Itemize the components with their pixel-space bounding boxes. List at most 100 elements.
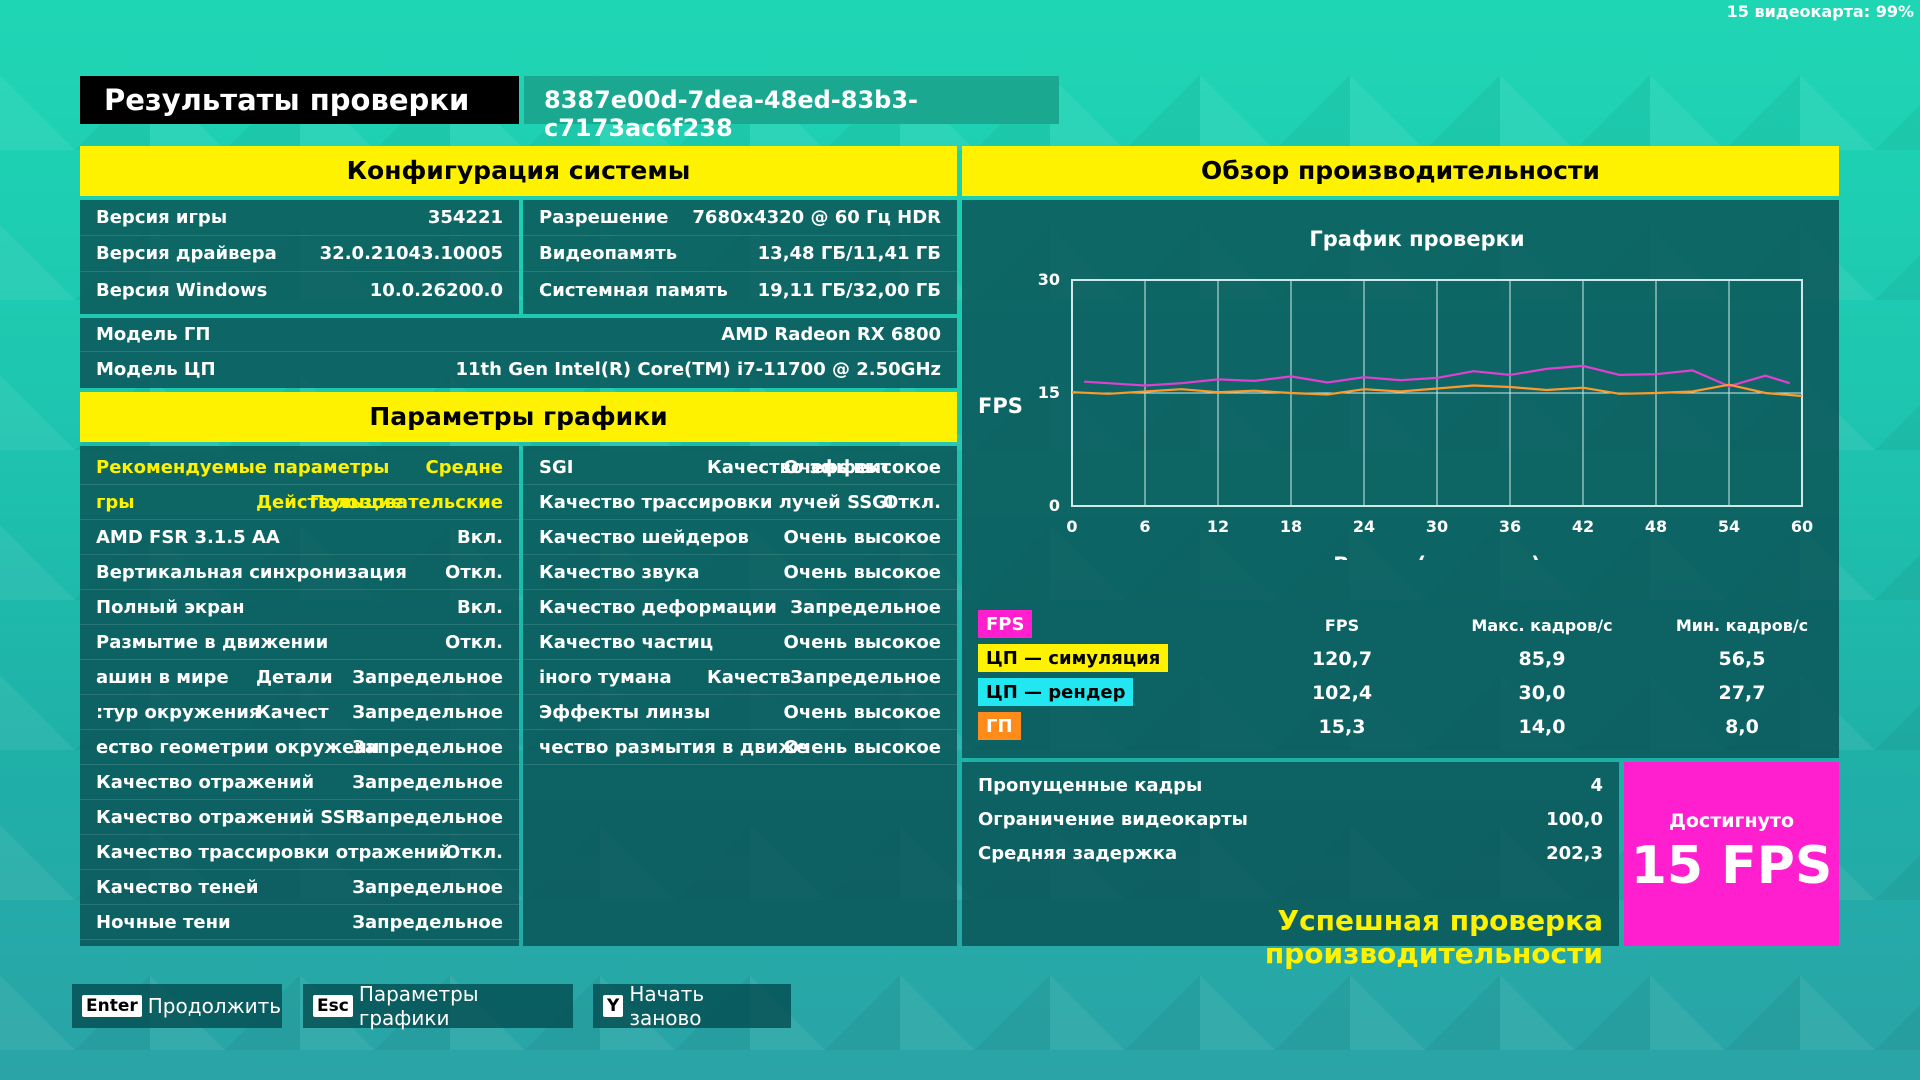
x-tick-label: 36 bbox=[1499, 517, 1521, 536]
graphics-setting-row[interactable]: SGI Качество эффект Очень высокое bbox=[523, 450, 957, 485]
graphics-left-panel: Рекомендуемые параметры Средне гры Действую… bbox=[80, 446, 519, 946]
setting-value: Откл. bbox=[445, 632, 503, 653]
setting-name: Качество частиц bbox=[539, 632, 714, 653]
graphics-setting-row[interactable]: іного тумана Качеств Запредельное bbox=[523, 660, 957, 695]
config-value: AMD Radeon RX 6800 bbox=[721, 324, 941, 345]
table-header: FPS bbox=[1324, 616, 1360, 635]
performance-header: Обзор производительности bbox=[962, 146, 1839, 196]
setting-value: Запредельное bbox=[352, 737, 503, 758]
footer-button-y[interactable]: Y Начать заново bbox=[593, 982, 791, 1030]
summary-value: 100,0 bbox=[1546, 808, 1603, 830]
setting-name: Рекомендуемые параметры bbox=[96, 457, 390, 478]
setting-value: Запредельное bbox=[352, 912, 503, 933]
x-tick-label: 6 bbox=[1139, 517, 1150, 536]
legend-tag: ЦП — рендер bbox=[978, 678, 1134, 706]
legend-tag: ГП bbox=[978, 712, 1021, 740]
setting-value: Откл. bbox=[445, 562, 503, 583]
graphics-setting-row[interactable]: Качество отражений SSR Запредельное bbox=[80, 800, 519, 835]
graphics-setting-row[interactable]: AMD FSR 3.1.5 AA Вкл. bbox=[80, 520, 519, 555]
graphics-setting-row[interactable]: Размытие в движении Откл. bbox=[80, 625, 519, 660]
setting-value: Очень высокое bbox=[783, 562, 941, 583]
setting-name: чество размытия в движе bbox=[539, 737, 809, 758]
graphics-setting-row[interactable]: Качество звука Очень высокое bbox=[523, 555, 957, 590]
achieved-label: Достигнуто bbox=[1668, 810, 1795, 832]
graphics-setting-row[interactable]: Рекомендуемые параметры Средне bbox=[80, 450, 519, 485]
x-tick-label: 18 bbox=[1280, 517, 1302, 536]
x-tick-label: 0 bbox=[1066, 517, 1077, 536]
graphics-setting-row[interactable]: Эффекты линзы Очень высокое bbox=[523, 695, 957, 730]
summary-label: Средняя задержка bbox=[978, 842, 1178, 864]
y-tick-label: 0 bbox=[1049, 496, 1060, 515]
run-id: 8387e00d-7dea-48ed-83b3-c7173ac6f238 bbox=[544, 86, 918, 142]
config-label: Видеопамять bbox=[539, 243, 678, 264]
key-hint: Enter bbox=[82, 995, 142, 1017]
config-row: Разрешение 7680x4320 @ 60 Гц HDR bbox=[523, 200, 957, 236]
setting-value: Очень высокое bbox=[783, 702, 941, 723]
achieved-box: Достигнуто 15 FPS bbox=[1624, 762, 1839, 946]
setting-value: Запредельное bbox=[352, 772, 503, 793]
graphics-setting-row[interactable]: Качество трассировки отражений Откл. bbox=[80, 835, 519, 870]
performance-panel: График проверки 0 6 12 18 24 30 36 42 48 54 60 0 15 30… bbox=[962, 200, 1839, 758]
summary-row: Пропущенные кадры 4 bbox=[962, 768, 1619, 802]
x-tick-label: 12 bbox=[1207, 517, 1229, 536]
graphics-setting-row[interactable]: Качество теней Запредельное bbox=[80, 870, 519, 905]
setting-name: Качество шейдеров bbox=[539, 527, 749, 548]
run-id-box: 8387e00d-7dea-48ed-83b3-c7173ac6f238 bbox=[524, 76, 1059, 142]
setting-name: Качество звука bbox=[539, 562, 700, 583]
config-value: 32.0.21043.10005 bbox=[319, 243, 503, 264]
setting-subname: Детали bbox=[256, 667, 333, 688]
graphics-setting-row[interactable]: Качество деформации Запредельное bbox=[523, 590, 957, 625]
summary-value: 4 bbox=[1590, 774, 1603, 796]
table-header: Мин. кадров/с bbox=[1675, 616, 1809, 635]
graphics-setting-row[interactable]: ашин в мире Детали Запредельное bbox=[80, 660, 519, 695]
graphics-setting-row[interactable]: Качество частиц Очень высокое bbox=[523, 625, 957, 660]
summary-row: Ограничение видеокарты 100,0 bbox=[962, 802, 1619, 836]
setting-name: AMD FSR 3.1.5 AA bbox=[96, 527, 280, 548]
page-title: Результаты проверки bbox=[104, 83, 470, 117]
performance-title: Обзор производительности bbox=[1201, 156, 1600, 185]
setting-value: Запредельное bbox=[352, 667, 503, 688]
graphics-setting-row[interactable]: Полный экран Вкл. bbox=[80, 590, 519, 625]
footer-button-label: Параметры графики bbox=[358, 982, 479, 1030]
achieved-fps: 15 FPS bbox=[1630, 836, 1833, 896]
config-value: 7680x4320 @ 60 Гц HDR bbox=[692, 207, 941, 228]
graphics-setting-row[interactable]: Качество шейдеров Очень высокое bbox=[523, 520, 957, 555]
setting-value: Пользовательские bbox=[309, 492, 503, 513]
graphics-setting-row[interactable]: Качество трассировки лучей SSGI Откл. bbox=[523, 485, 957, 520]
summary-label: Ограничение видеокарты bbox=[978, 808, 1248, 830]
setting-value: Средне bbox=[425, 457, 503, 478]
setting-value: Очень высокое bbox=[783, 527, 941, 548]
x-axis-label: Время (секунды) bbox=[1333, 553, 1541, 560]
benchmark-chart: График проверки 0 6 12 18 24 30 36 42 48 54 60 0 15 30… bbox=[978, 227, 1813, 560]
footer-button-enter[interactable]: Enter Продолжить bbox=[72, 984, 282, 1028]
config-label: Модель ЦП bbox=[96, 358, 216, 380]
config-value: 19,11 ГБ/32,00 ГБ bbox=[757, 279, 941, 301]
graphics-setting-row[interactable]: :тур окружения Качест Запредельное bbox=[80, 695, 519, 730]
setting-name: SGI bbox=[539, 457, 574, 478]
graphics-setting-row[interactable]: гры Действующие Пользовательские bbox=[80, 485, 519, 520]
table-cell: 14,0 bbox=[1518, 716, 1566, 738]
config-row: Версия Windows 10.0.26200.0 bbox=[80, 272, 519, 308]
graphics-setting-row[interactable]: Качество отражений Запредельное bbox=[80, 765, 519, 800]
footer-button-label: Продолжить bbox=[147, 994, 282, 1018]
setting-value: Вкл. bbox=[457, 597, 503, 618]
x-tick-label: 24 bbox=[1353, 517, 1375, 536]
summary-panel: Пропущенные кадры 4 Ограничение видеокарты… bbox=[962, 762, 1619, 970]
graphics-setting-row[interactable]: ество геометрии окружени Запредельное bbox=[80, 730, 519, 765]
setting-name: Качество отражений bbox=[96, 772, 315, 793]
graphics-setting-row[interactable]: чество размытия в движе Очень высокое bbox=[523, 730, 957, 765]
system-config-header: Конфигурация системы bbox=[80, 146, 957, 196]
graphics-setting-row[interactable]: Вертикальная синхронизация Откл. bbox=[80, 555, 519, 590]
y-axis-label: FPS bbox=[978, 394, 1023, 418]
x-tick-label: 48 bbox=[1645, 517, 1667, 536]
setting-value: Откл. bbox=[883, 492, 941, 513]
table-cell: 8,0 bbox=[1725, 716, 1759, 738]
setting-value: Запредельное bbox=[790, 597, 941, 618]
setting-value: Запредельное bbox=[352, 877, 503, 898]
setting-subname: Качест bbox=[256, 702, 329, 723]
footer-button-esc[interactable]: Esc Параметры графики bbox=[303, 982, 573, 1030]
setting-name: Ночные тени bbox=[96, 912, 231, 933]
graphics-setting-row[interactable]: Ночные тени Запредельное bbox=[80, 905, 519, 940]
config-label: Модель ГП bbox=[96, 324, 211, 345]
setting-value: Запредельное bbox=[790, 667, 941, 688]
